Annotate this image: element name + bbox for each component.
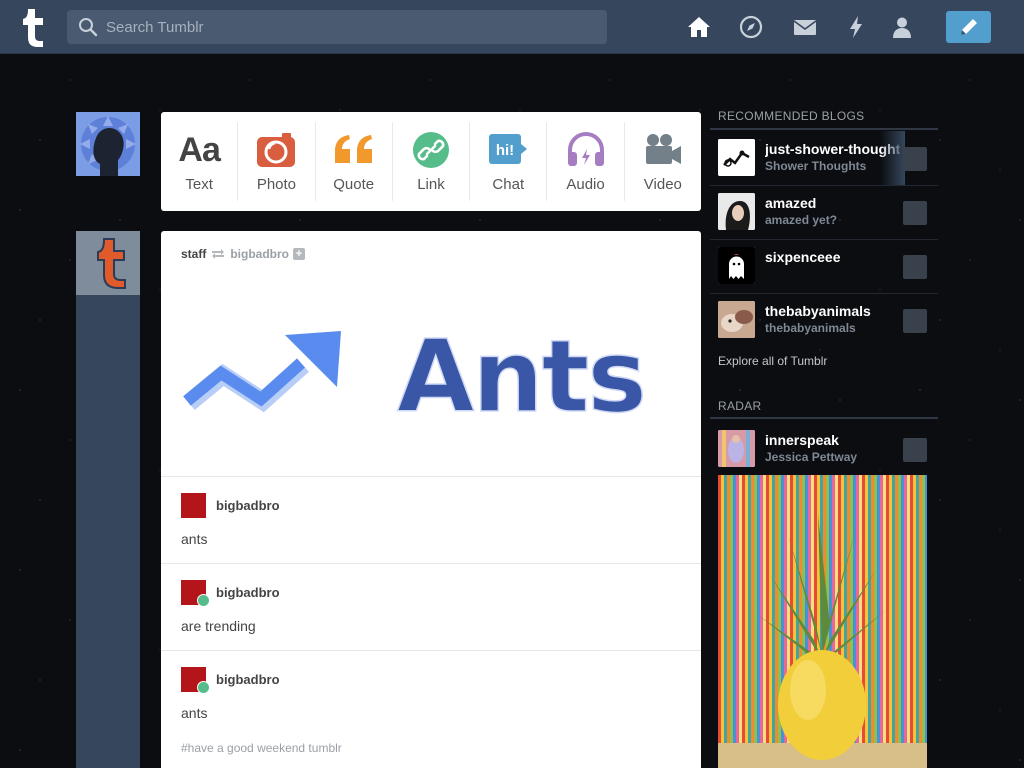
recommended-blog-item[interactable]: just-shower-thoughts Shower Thoughts xyxy=(710,131,938,185)
reblog-text: ants xyxy=(181,531,208,547)
link-icon xyxy=(412,132,449,168)
compose-chat-button[interactable]: hi! Chat xyxy=(470,122,548,201)
reblog-entry: bigbadbro ants xyxy=(161,476,701,563)
chat-icon: hi! xyxy=(489,134,528,164)
post-tags[interactable]: #have a good weekend tumblr xyxy=(181,741,342,755)
recommended-blog-item[interactable]: sixpenceee xyxy=(710,239,938,293)
quote-icon xyxy=(334,135,372,163)
search-bar[interactable] xyxy=(67,10,607,44)
radar-heading: RADAR xyxy=(718,399,762,413)
home-icon[interactable] xyxy=(686,14,712,40)
pencil-icon xyxy=(960,19,977,35)
compose-photo-label: Photo xyxy=(256,176,297,193)
top-navigation-bar xyxy=(0,0,1024,54)
follow-button[interactable] xyxy=(903,438,927,462)
blog-avatar xyxy=(718,193,755,230)
ants-image-text: Ants xyxy=(397,323,645,433)
user-avatar[interactable] xyxy=(76,112,140,176)
compose-link-button[interactable]: Link xyxy=(393,122,471,201)
text-icon: Aa xyxy=(178,130,220,169)
explore-icon[interactable] xyxy=(738,14,764,40)
blog-description: amazed yet? xyxy=(765,213,838,227)
compose-video-label: Video xyxy=(643,176,682,193)
section-divider xyxy=(710,128,938,130)
compose-photo-button[interactable]: Photo xyxy=(238,122,316,201)
explore-all-link[interactable]: Explore all of Tumblr xyxy=(718,354,827,368)
reblog-icon xyxy=(212,249,225,259)
follow-button[interactable] xyxy=(903,309,927,333)
compose-quote-button[interactable]: Quote xyxy=(316,122,393,201)
post-header: staff bigbadbro + xyxy=(181,247,306,261)
post-type-composer: Aa Text Photo Quote Link hi! Chat Audio … xyxy=(161,112,701,211)
compose-post-button[interactable] xyxy=(946,11,991,43)
recommended-blog-item[interactable]: thebabyanimals thebabyanimals xyxy=(710,293,938,347)
blog-avatar xyxy=(718,430,755,467)
reblog-badge-icon xyxy=(197,594,210,607)
radar-blog-item[interactable]: innerspeak Jessica Pettway xyxy=(710,422,938,476)
svg-text:hi!: hi! xyxy=(496,142,514,159)
bigbadbro-avatar[interactable] xyxy=(181,493,206,518)
avatar-rail xyxy=(76,295,140,768)
blog-name: innerspeak xyxy=(765,432,839,448)
blog-description: thebabyanimals xyxy=(765,321,856,335)
follow-plus-button[interactable]: + xyxy=(293,248,306,260)
follow-button[interactable] xyxy=(903,147,927,171)
recommended-blogs-heading: RECOMMENDED BLOGS xyxy=(718,109,865,123)
compose-video-button[interactable]: Video xyxy=(625,122,701,201)
dashboard-post: staff bigbadbro + Ants bigbadbro ants bi… xyxy=(161,231,701,768)
reblog-text: are trending xyxy=(181,618,256,634)
radar-post-image[interactable] xyxy=(718,475,927,768)
follow-button[interactable] xyxy=(903,201,927,225)
reblog-text: ants xyxy=(181,705,208,721)
blog-avatar xyxy=(718,139,755,176)
compose-text-button[interactable]: Aa Text xyxy=(161,122,239,201)
reblogged-from-link[interactable]: bigbadbro xyxy=(230,247,289,261)
blog-avatar xyxy=(718,247,755,284)
blog-name: sixpenceee xyxy=(765,249,841,265)
compose-audio-button[interactable]: Audio xyxy=(547,122,625,201)
camera-icon xyxy=(257,133,296,167)
recommended-blog-item[interactable]: amazed amazed yet? xyxy=(710,185,938,239)
blog-name: thebabyanimals xyxy=(765,303,871,319)
post-author-link[interactable]: staff xyxy=(181,247,206,261)
tumblr-logo-icon[interactable] xyxy=(16,6,50,48)
blog-name: amazed xyxy=(765,195,817,211)
ants-trending-image: Ants xyxy=(183,323,648,433)
reblog-author[interactable]: bigbadbro xyxy=(216,498,280,513)
account-icon[interactable] xyxy=(889,14,915,40)
video-camera-icon xyxy=(645,134,681,164)
trending-arrow-icon xyxy=(183,331,341,413)
reblog-author[interactable]: bigbadbro xyxy=(216,672,280,687)
search-icon xyxy=(79,18,98,37)
inbox-icon[interactable] xyxy=(792,14,818,40)
search-input[interactable] xyxy=(98,10,607,44)
headphones-icon xyxy=(567,132,604,166)
compose-quote-label: Quote xyxy=(333,176,375,193)
blog-avatar xyxy=(718,301,755,338)
activity-icon[interactable] xyxy=(843,14,869,40)
compose-audio-label: Audio xyxy=(566,176,605,193)
staff-avatar[interactable] xyxy=(76,231,140,295)
reblog-entry: bigbadbro are trending xyxy=(161,563,701,650)
section-divider xyxy=(710,417,938,419)
compose-text-label: Text xyxy=(185,176,213,193)
blog-description: Jessica Pettway xyxy=(765,450,858,464)
compose-chat-label: Chat xyxy=(492,176,525,193)
follow-button[interactable] xyxy=(903,255,927,279)
reblog-badge-icon xyxy=(197,681,210,694)
compose-link-label: Link xyxy=(417,176,445,193)
reblog-author[interactable]: bigbadbro xyxy=(216,585,280,600)
